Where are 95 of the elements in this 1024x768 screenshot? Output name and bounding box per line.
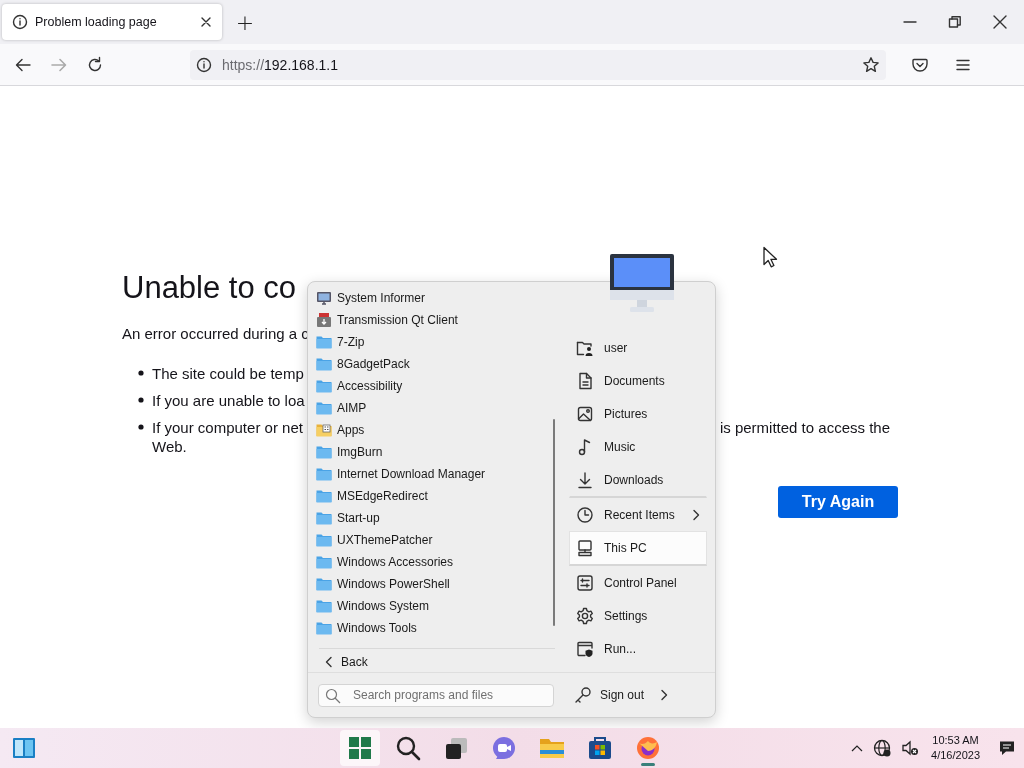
- info-icon: [12, 14, 28, 30]
- sign-out-button[interactable]: Sign out: [574, 681, 669, 709]
- document-icon: [576, 371, 594, 390]
- program-item[interactable]: AIMP: [316, 397, 557, 419]
- monitor-icon: [316, 290, 332, 306]
- fox-globe-icon: [635, 735, 661, 761]
- widgets-icon[interactable]: [12, 737, 36, 759]
- bullet-text: The site could be temp: [152, 364, 304, 383]
- store-icon: [587, 735, 613, 761]
- close-icon[interactable]: [200, 16, 212, 28]
- bullet-text: If your computer or net: [152, 418, 303, 437]
- program-item[interactable]: UXThemePatcher: [316, 529, 557, 551]
- program-item[interactable]: Windows PowerShell: [316, 573, 557, 595]
- menu-item[interactable]: Run...: [569, 632, 707, 665]
- star-icon[interactable]: [862, 55, 880, 74]
- folder-icon: [316, 533, 332, 547]
- error-heading: Unable to co: [122, 269, 297, 307]
- new-tab-button[interactable]: +: [232, 8, 258, 36]
- reload-icon[interactable]: [86, 55, 104, 74]
- run-icon: [576, 639, 594, 658]
- folder-icon: [316, 511, 332, 525]
- program-item[interactable]: Windows Tools: [316, 617, 557, 639]
- folder-icon: [316, 621, 332, 635]
- menu-item[interactable]: Downloads: [569, 463, 707, 498]
- program-item[interactable]: 7-Zip: [316, 331, 557, 353]
- info-icon[interactable]: [196, 56, 212, 73]
- address-bar[interactable]: https://192.168.1.1: [190, 49, 886, 80]
- program-item[interactable]: ImgBurn: [316, 441, 557, 463]
- folder-icon: [316, 445, 332, 459]
- menu-item[interactable]: Documents: [569, 364, 707, 397]
- toolbox-icon: [316, 312, 332, 328]
- bullet-icon: [138, 397, 144, 403]
- menu-item[interactable]: Pictures: [569, 397, 707, 430]
- chevron-up-icon[interactable]: [851, 744, 864, 752]
- search-icon: [325, 687, 341, 704]
- menu-item[interactable]: user: [569, 331, 707, 364]
- folder-icon: [316, 357, 332, 371]
- download-icon: [576, 471, 594, 489]
- picture-icon: [576, 404, 594, 423]
- clock[interactable]: 10:53 AM 4/16/2023: [931, 733, 980, 763]
- program-item[interactable]: Start-up: [316, 507, 557, 529]
- task-view-icon: [443, 735, 469, 761]
- folder-icon: [316, 379, 332, 393]
- bullet-text: Web.: [152, 437, 187, 456]
- search-field[interactable]: Search programs and files: [318, 683, 554, 707]
- folder-icon: [316, 467, 332, 481]
- computer-icon: [610, 254, 674, 314]
- globe-icon[interactable]: [873, 739, 892, 757]
- url-text: https://192.168.1.1: [222, 56, 338, 73]
- search-icon: [395, 735, 421, 761]
- menu-item[interactable]: Settings: [569, 599, 707, 632]
- computer-icon: [576, 539, 594, 557]
- folder-icon: [316, 401, 332, 415]
- chevron-left-icon: [325, 655, 333, 668]
- program-item[interactable]: System Informer: [316, 287, 557, 309]
- folder-icon: [316, 555, 332, 569]
- tab-title: Problem loading page: [35, 15, 158, 29]
- key-icon: [574, 686, 592, 704]
- program-item[interactable]: Internet Download Manager: [316, 463, 557, 485]
- settings-icon: [576, 606, 594, 625]
- program-item[interactable]: 8GadgetPack: [316, 353, 557, 375]
- scrollbar[interactable]: [553, 419, 555, 626]
- program-item[interactable]: Accessibility: [316, 375, 557, 397]
- chevron-right-icon: [692, 508, 700, 521]
- try-again-button[interactable]: Try Again: [778, 486, 898, 518]
- program-item[interactable]: MSEdgeRedirect: [316, 485, 557, 507]
- folder-icon: [316, 335, 332, 349]
- start-icon: [347, 735, 373, 761]
- folder-icon: [316, 423, 332, 437]
- folder-icon: [316, 577, 332, 591]
- control-panel-icon: [576, 573, 594, 592]
- program-item[interactable]: Windows System: [316, 595, 557, 617]
- menu-item[interactable]: Recent Items: [569, 498, 707, 531]
- browser-tab[interactable]: Problem loading page: [2, 4, 222, 40]
- close-icon[interactable]: [993, 15, 1007, 29]
- program-item[interactable]: Transmission Qt Client: [316, 309, 557, 331]
- bullet-text: If you are unable to loa: [152, 391, 305, 410]
- bullet-icon: [138, 370, 144, 376]
- cursor-icon: [762, 246, 778, 268]
- bullet-text: is permitted to access the: [719, 418, 890, 437]
- program-item[interactable]: Windows Accessories: [316, 551, 557, 573]
- folder-icon: [316, 489, 332, 503]
- restore-icon[interactable]: [948, 15, 962, 29]
- notification-icon[interactable]: [998, 739, 1016, 757]
- menu-item[interactable]: Music: [569, 430, 707, 463]
- folder-icon: [316, 599, 332, 613]
- chevron-right-icon: [660, 689, 669, 701]
- bullet-icon: [138, 424, 144, 430]
- speaker-muted-icon[interactable]: [901, 739, 920, 757]
- program-item[interactable]: Apps: [316, 419, 557, 441]
- menu-item[interactable]: Control Panel: [569, 566, 707, 599]
- menu-item[interactable]: This PC: [569, 531, 707, 566]
- chat-icon: [491, 735, 517, 761]
- clock-icon: [576, 505, 594, 524]
- back-button[interactable]: Back: [319, 648, 555, 672]
